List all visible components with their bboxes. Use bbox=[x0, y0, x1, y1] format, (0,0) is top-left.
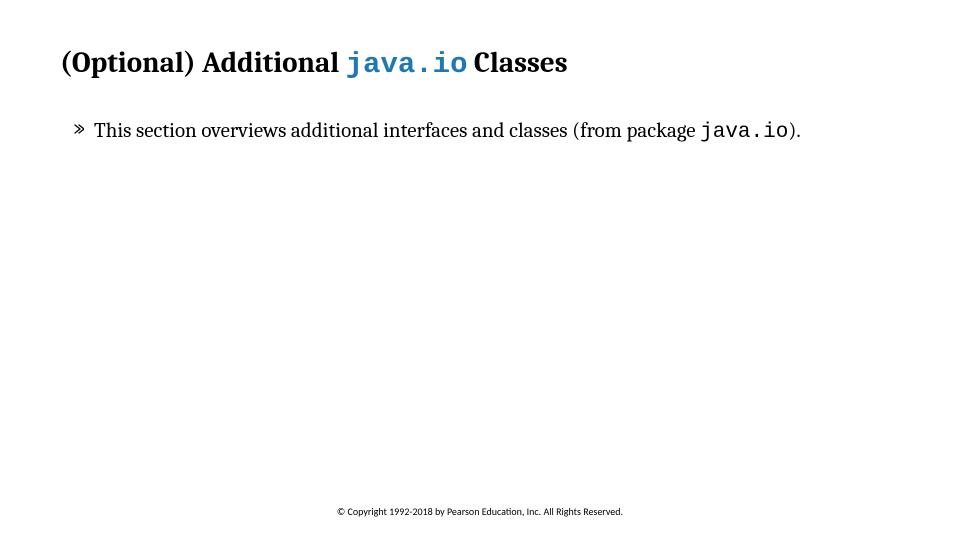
slide-body: This section overviews additional interf… bbox=[60, 117, 900, 147]
title-code: java.io bbox=[346, 48, 468, 81]
bullet-text-code: java.io bbox=[700, 121, 788, 144]
bullet-text-after: ). bbox=[788, 119, 800, 143]
bullet-text: This section overviews additional interf… bbox=[94, 117, 801, 147]
bullet-text-before: This section overviews additional interf… bbox=[94, 119, 700, 143]
bullet-item: This section overviews additional interf… bbox=[74, 117, 900, 147]
slide: (Optional) Additional java.io Classes Th… bbox=[0, 0, 960, 540]
title-prefix: (Optional) Additional bbox=[60, 47, 346, 80]
slide-title: (Optional) Additional java.io Classes bbox=[60, 46, 900, 83]
title-suffix: Classes bbox=[467, 47, 567, 80]
footer-copyright: © Copyright 1992-2018 by Pearson Educati… bbox=[0, 505, 960, 518]
bullet-arrow-icon bbox=[74, 124, 88, 134]
